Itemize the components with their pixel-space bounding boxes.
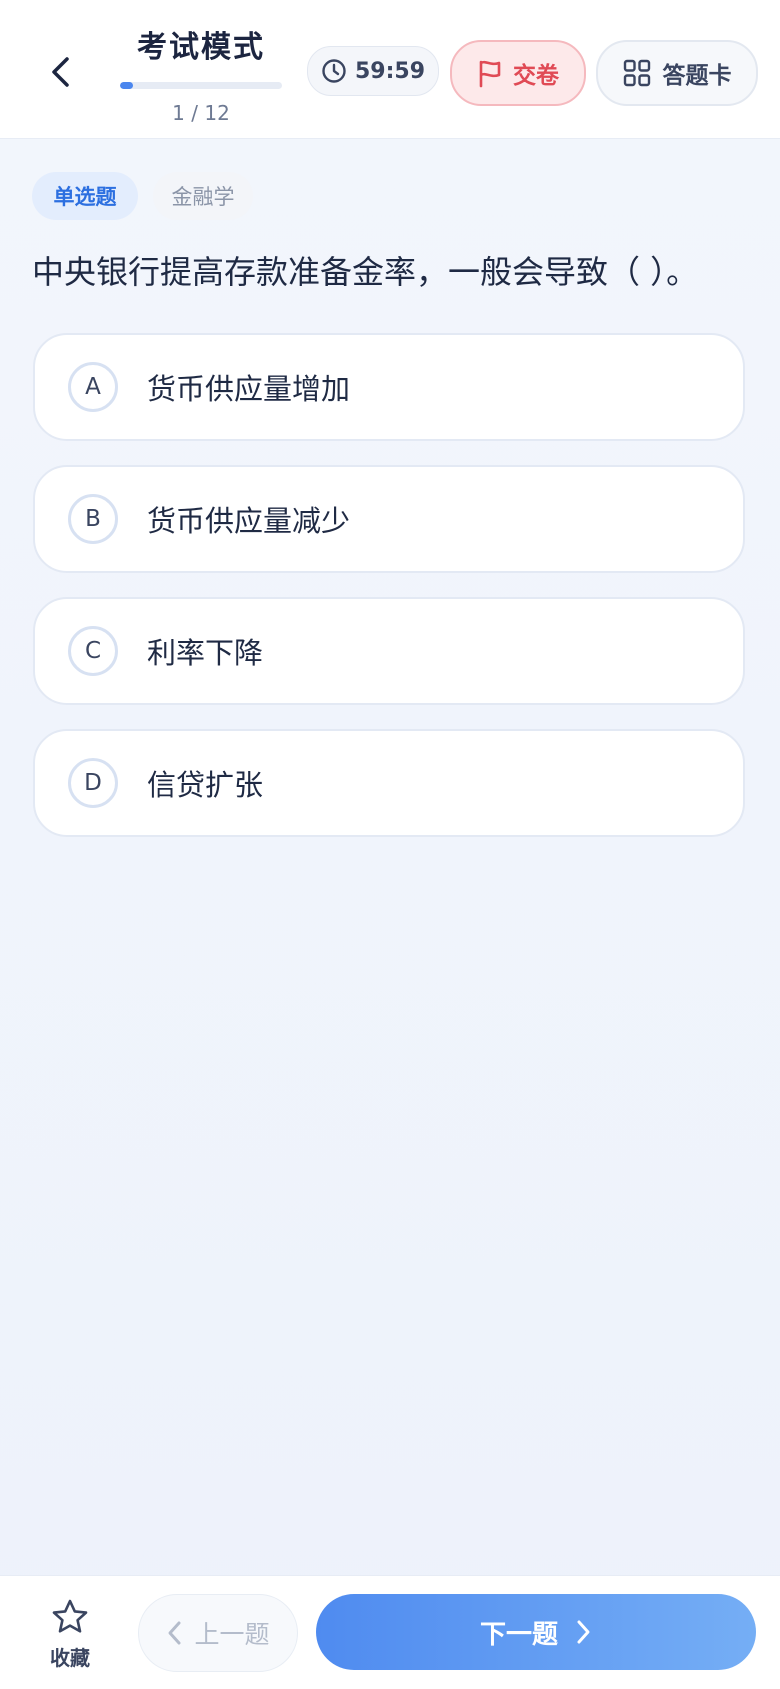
option-c[interactable]: C 利率下降 <box>33 597 745 705</box>
top-bar: 考试模式 1 / 12 59:59 交卷 答题卡 <box>0 0 780 139</box>
progress-fill <box>120 82 134 89</box>
option-d[interactable]: D 信贷扩张 <box>33 729 745 837</box>
favorite-label: 收藏 <box>50 1646 90 1670</box>
grid-icon <box>623 59 650 87</box>
next-question-label: 下一题 <box>479 1619 558 1650</box>
option-letter: D <box>68 758 118 808</box>
answer-card-label: 答题卡 <box>662 63 732 89</box>
title-block: 考试模式 1 / 12 <box>120 22 282 125</box>
submit-exam-button[interactable]: 交卷 <box>450 40 586 106</box>
prev-question-button[interactable]: 上一题 <box>138 1594 298 1672</box>
option-text: 利率下降 <box>147 636 264 670</box>
chevron-left-icon <box>52 57 69 87</box>
favorite-button[interactable]: 收藏 <box>40 1598 100 1671</box>
timer: 59:59 <box>307 46 439 96</box>
option-text: 信贷扩张 <box>147 768 264 802</box>
option-text: 货币供应量增加 <box>147 372 351 406</box>
option-letter: C <box>68 626 118 676</box>
question-text: 中央银行提高存款准备金率，一般会导致（ ）。 <box>32 253 699 291</box>
next-question-button[interactable]: 下一题 <box>316 1594 756 1670</box>
page-title: 考试模式 <box>137 30 265 65</box>
bottom-bar: 收藏 上一题 下一题 <box>0 1575 780 1689</box>
chevron-right-icon <box>577 1620 590 1644</box>
option-text: 货币供应量减少 <box>147 504 351 538</box>
option-a[interactable]: A 货币供应量增加 <box>33 333 745 441</box>
progress-bar <box>120 82 282 89</box>
option-letter: B <box>68 494 118 544</box>
question-counter: 1 / 12 <box>172 101 230 125</box>
star-icon <box>52 1599 88 1633</box>
option-letter: A <box>68 362 118 412</box>
timer-text: 59:59 <box>354 58 426 84</box>
chevron-left-icon <box>168 1621 181 1645</box>
back-button[interactable] <box>40 42 80 102</box>
prev-question-label: 上一题 <box>194 1620 270 1649</box>
question-type-badge: 单选题 <box>32 172 138 220</box>
submit-exam-label: 交卷 <box>513 63 559 89</box>
clock-icon <box>322 59 346 83</box>
flag-icon <box>479 60 501 88</box>
answer-card-button[interactable]: 答题卡 <box>596 40 758 106</box>
option-b[interactable]: B 货币供应量减少 <box>33 465 745 573</box>
subject-badge: 金融学 <box>153 172 253 220</box>
